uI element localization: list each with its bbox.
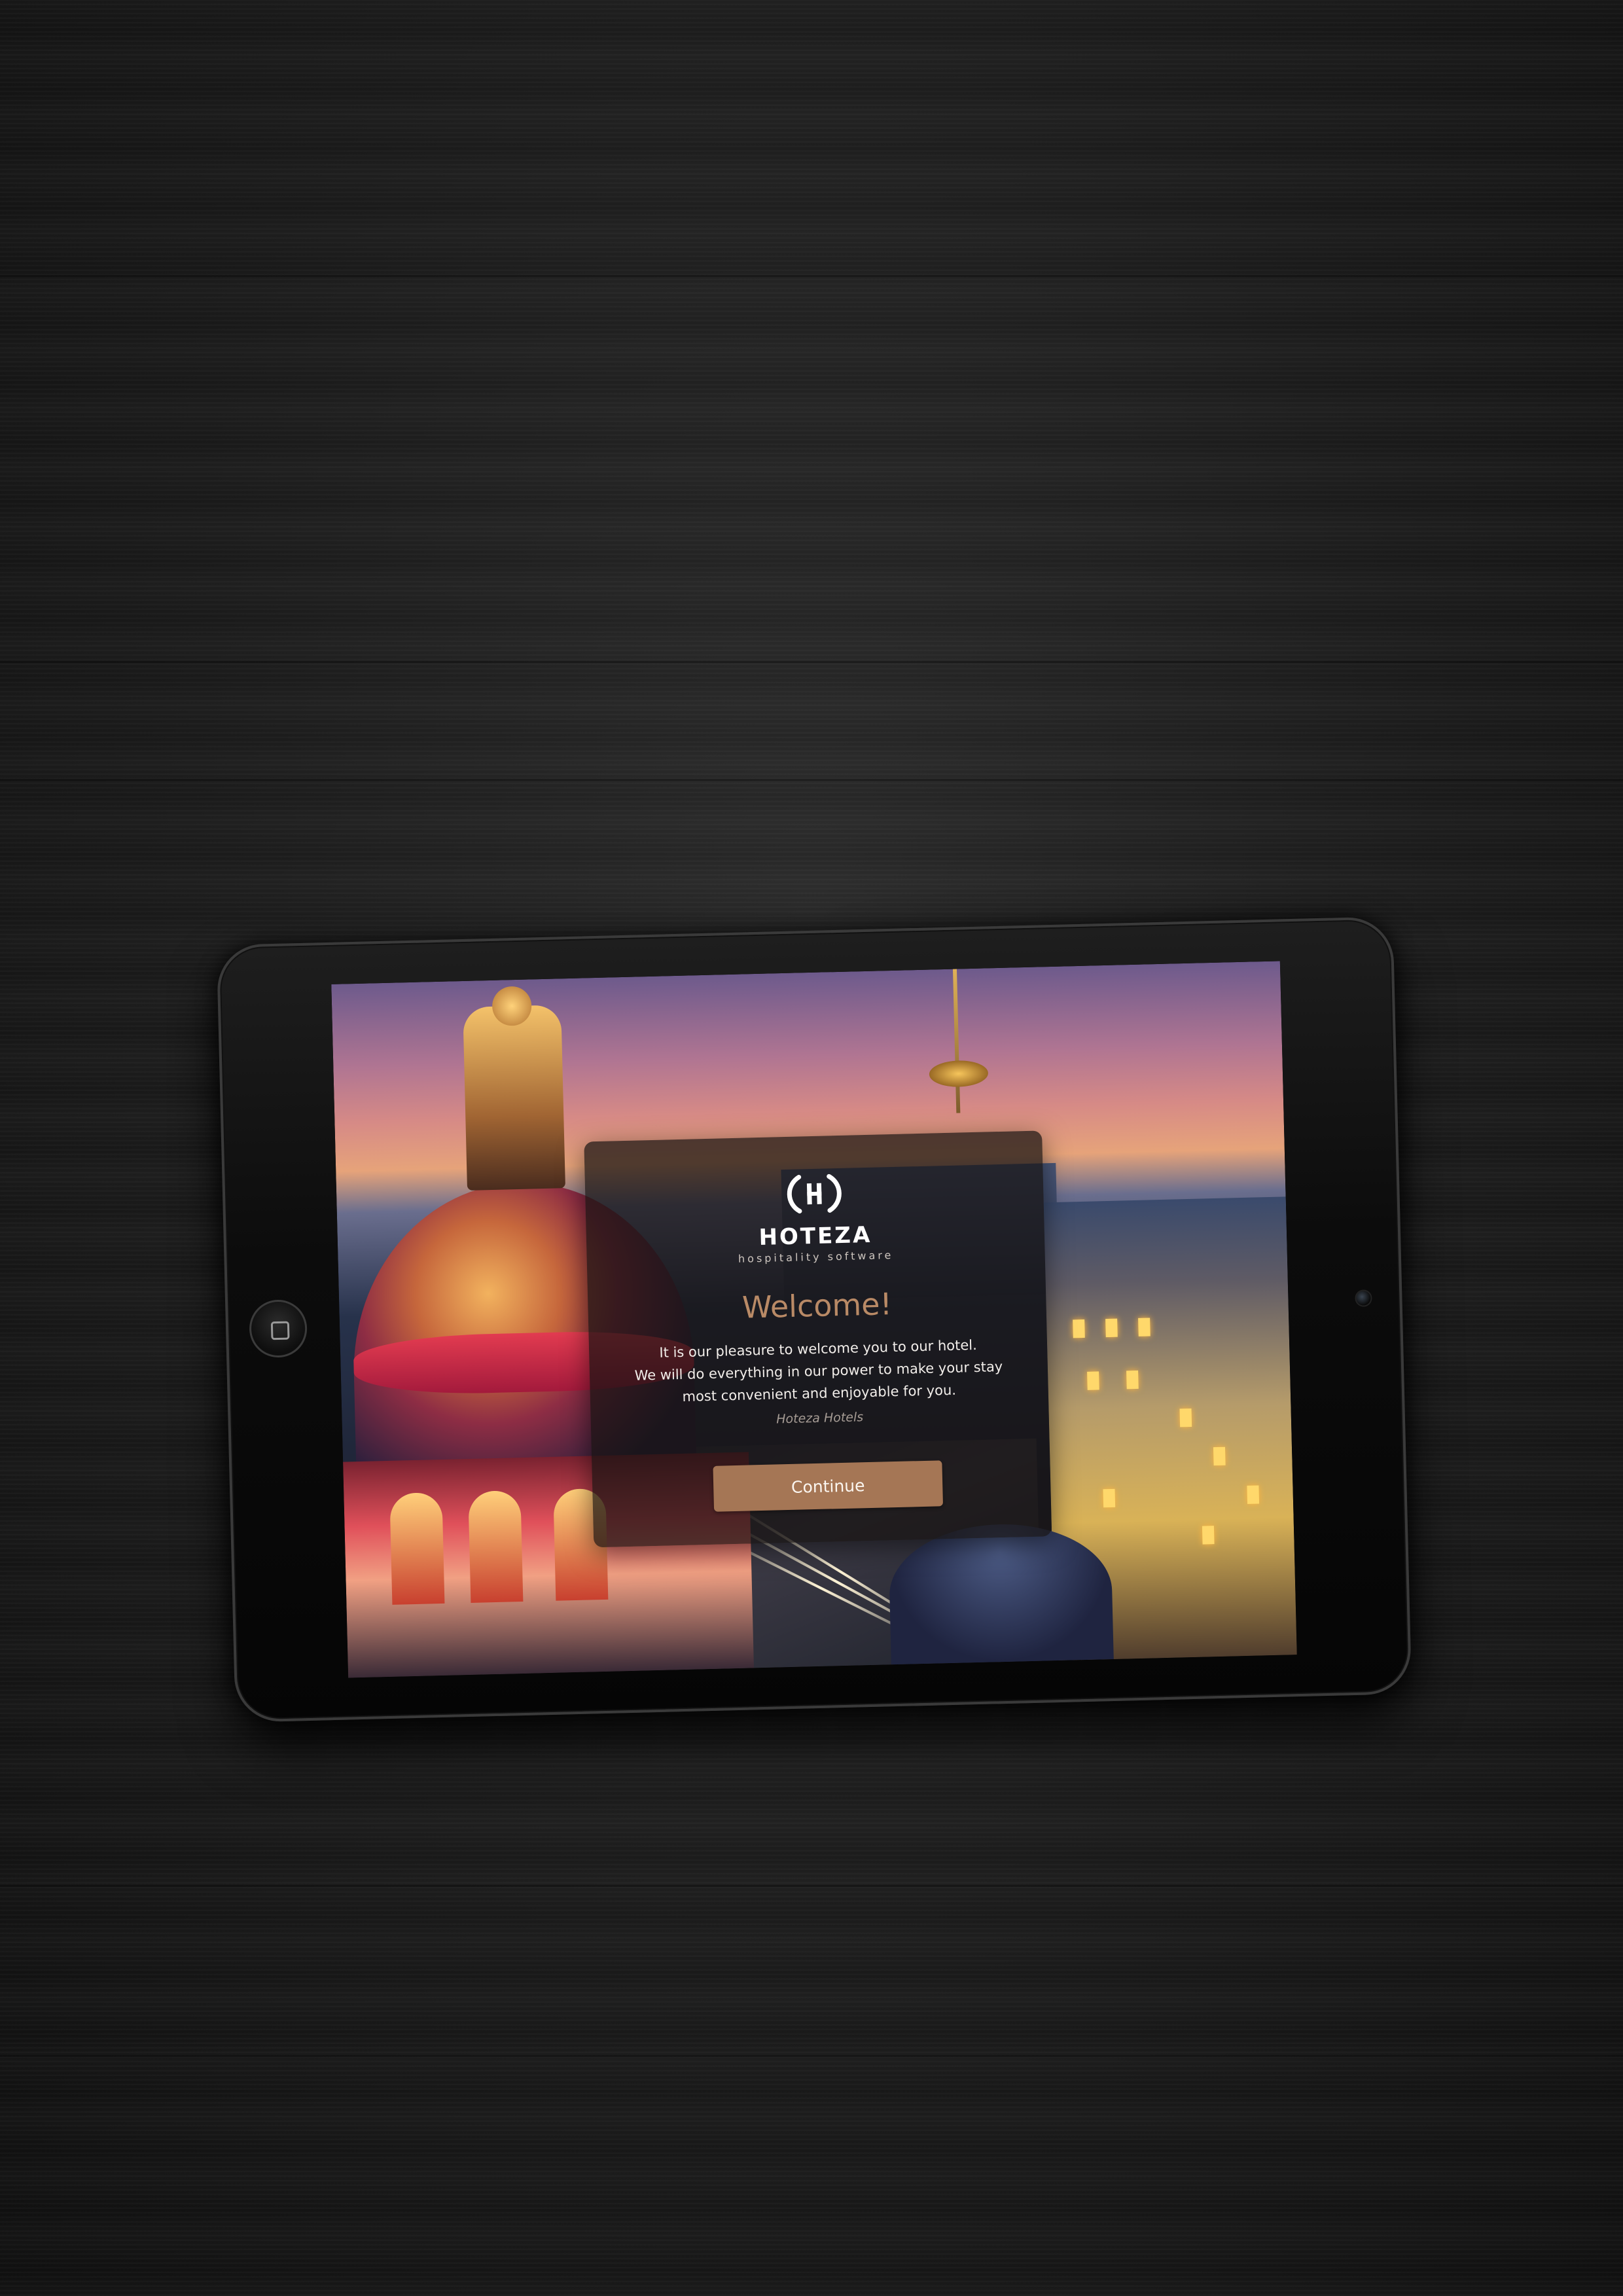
window-light bbox=[1103, 1488, 1116, 1508]
wood-grain-line bbox=[0, 779, 1623, 781]
dome-lantern-graphic bbox=[463, 1005, 565, 1191]
spire-graphic bbox=[952, 969, 961, 1113]
window-light bbox=[1138, 1318, 1150, 1336]
continue-button[interactable]: Continue bbox=[713, 1460, 944, 1512]
hoteza-h-logo-icon bbox=[787, 1174, 842, 1213]
window-light bbox=[1126, 1370, 1139, 1390]
front-camera-icon bbox=[1355, 1289, 1372, 1307]
wooden-table-background: HOTEZA hospitality software Welcome! It … bbox=[0, 0, 1623, 2296]
tablet-device: HOTEZA hospitality software Welcome! It … bbox=[216, 916, 1412, 1723]
window-light bbox=[1105, 1318, 1118, 1338]
window-light bbox=[1073, 1319, 1085, 1338]
brand-logo: HOTEZA hospitality software bbox=[585, 1167, 1045, 1268]
home-square-icon bbox=[270, 1321, 290, 1340]
welcome-signature: Hoteza Hotels bbox=[776, 1410, 864, 1427]
wood-grain-line bbox=[0, 2055, 1623, 2057]
arch-window bbox=[389, 1492, 445, 1605]
window-light bbox=[1202, 1526, 1215, 1545]
arch-window bbox=[468, 1490, 524, 1603]
welcome-title: Welcome! bbox=[741, 1286, 893, 1325]
tablet-screen: HOTEZA hospitality software Welcome! It … bbox=[331, 961, 1297, 1678]
window-light bbox=[1213, 1446, 1226, 1466]
welcome-message: It is our pleasure to welcome you to our… bbox=[615, 1333, 1022, 1409]
home-button-icon[interactable] bbox=[249, 1299, 308, 1359]
window-light bbox=[1087, 1371, 1099, 1390]
wood-grain-line bbox=[0, 275, 1623, 277]
wood-grain-line bbox=[0, 1885, 1623, 1887]
welcome-card: HOTEZA hospitality software Welcome! It … bbox=[584, 1130, 1052, 1548]
spire-ornament-graphic bbox=[929, 1060, 989, 1088]
wood-grain-line bbox=[0, 661, 1623, 663]
window-light bbox=[1179, 1408, 1192, 1427]
window-light bbox=[1247, 1485, 1260, 1504]
